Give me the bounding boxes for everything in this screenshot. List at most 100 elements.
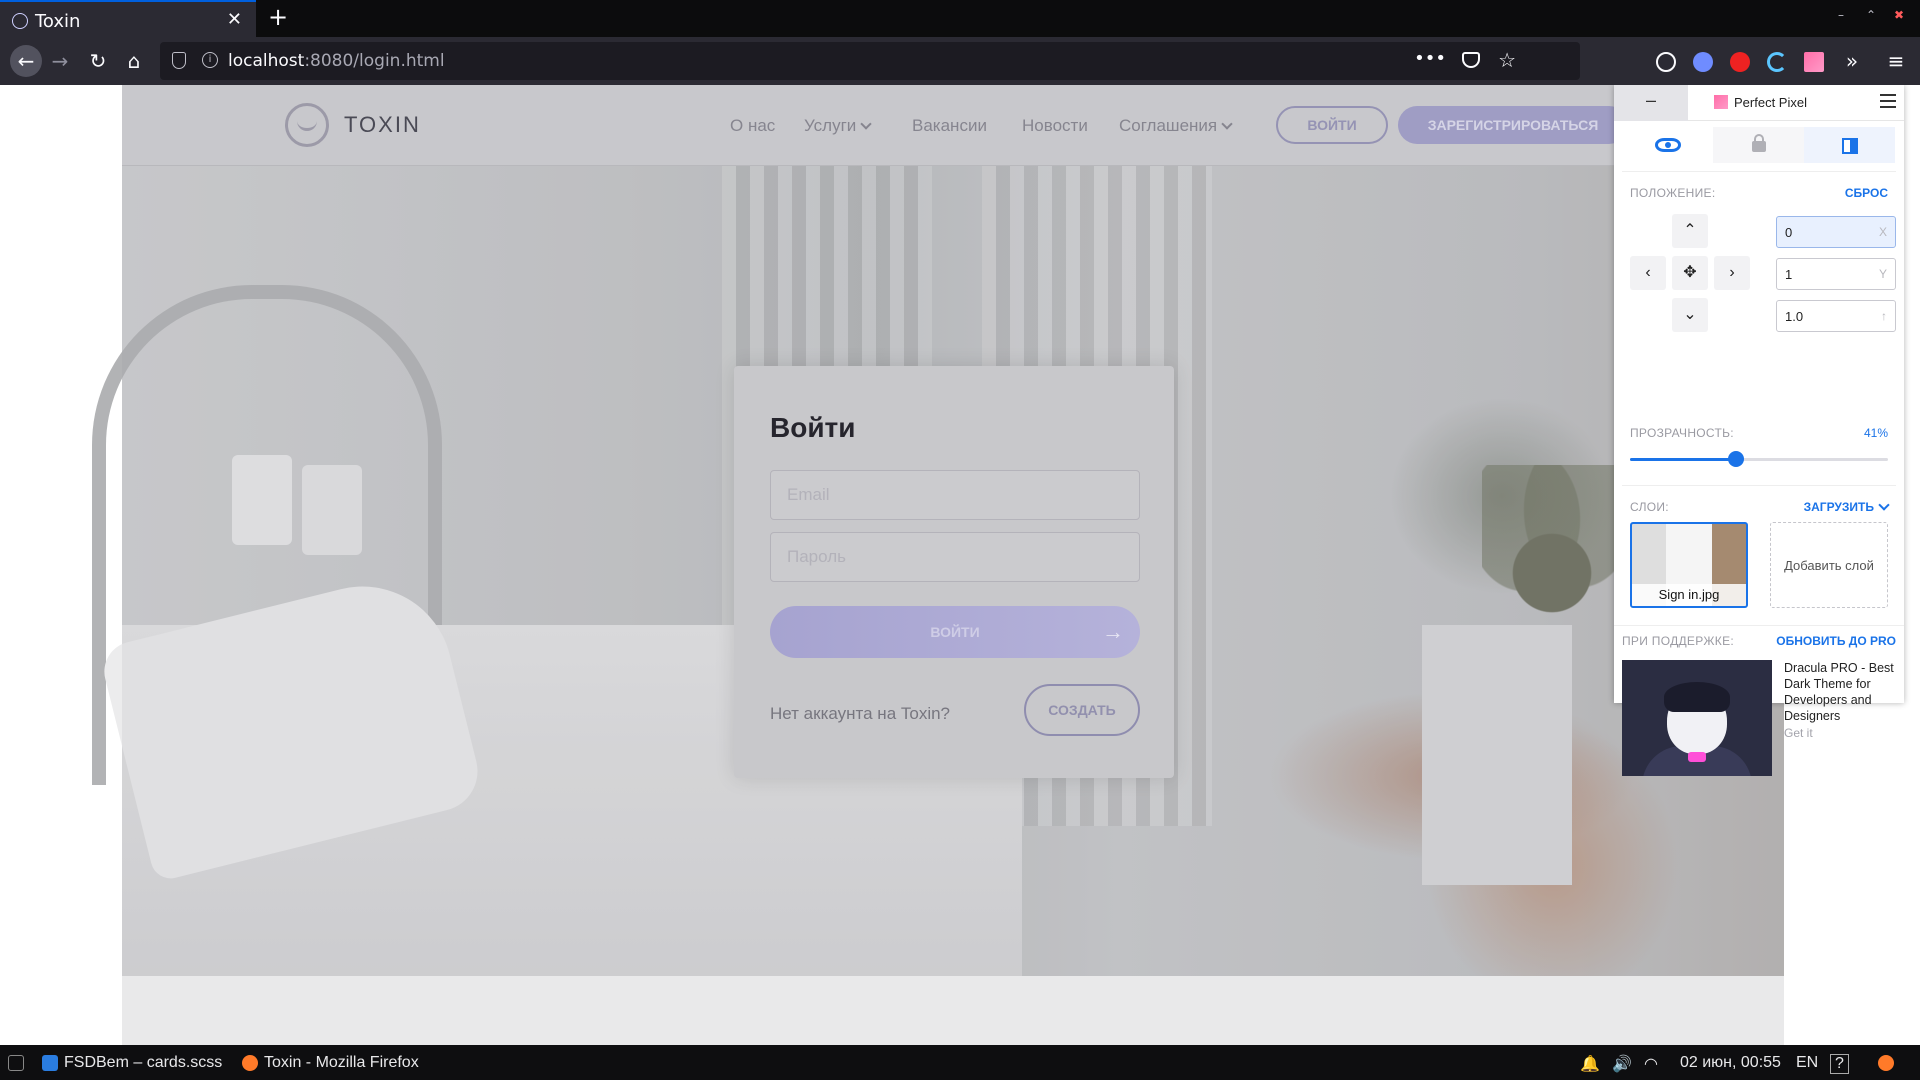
home-icon[interactable]: ⌂ — [122, 49, 146, 73]
page-footer-strip — [122, 976, 1784, 1045]
os-taskbar: FSDBem – cards.scss Toxin - Mozilla Fire… — [0, 1045, 1920, 1080]
login-submit-label: ВОЙТИ — [930, 624, 980, 640]
dracula-ad-image[interactable] — [1622, 660, 1772, 776]
pp-position-section: ПОЛОЖЕНИЕ: СБРОС ⌃ ‹ ✥ › ⌄ 0X 1Y 1.0 ↑ ПР… — [1622, 171, 1896, 473]
create-account-button[interactable]: СОЗДАТЬ — [1024, 684, 1140, 736]
extension-c-icon[interactable] — [1767, 52, 1787, 72]
browser-tab[interactable]: Toxin ✕ — [0, 0, 256, 37]
extension-2-icon[interactable] — [1693, 52, 1713, 72]
scale-input[interactable]: 1.0 ↑ — [1776, 300, 1896, 332]
wifi-icon[interactable]: ◠ — [1644, 1054, 1658, 1074]
url-text[interactable]: localhost:8080/login.html — [228, 51, 445, 71]
upload-link[interactable]: ЗАГРУЗИТЬ — [1804, 500, 1874, 514]
window-maximize-icon[interactable]: ⌃ — [1866, 8, 1876, 22]
perfect-pixel-panel: – Perfect Pixel ПОЛОЖЕНИЕ: СБРОС ⌃ ‹ ✥ ›… — [1614, 85, 1904, 776]
tab-favicon-icon — [12, 13, 28, 29]
adblock-icon[interactable] — [1730, 52, 1750, 72]
y-input[interactable]: 1Y — [1776, 258, 1896, 290]
pp-minimize-button[interactable]: – — [1614, 85, 1688, 121]
layer-name: Sign in.jpg — [1632, 584, 1746, 606]
nav-services[interactable]: Услуги — [804, 116, 872, 136]
url-bar[interactable]: i localhost:8080/login.html ••• ☆ — [160, 42, 1580, 80]
login-submit-button[interactable]: ВОЙТИ → — [770, 606, 1140, 658]
help-icon[interactable]: ? — [1830, 1054, 1849, 1074]
pp-mode-tabs — [1622, 127, 1896, 163]
perfect-pixel-extension-icon[interactable] — [1804, 52, 1824, 72]
tab-close-icon[interactable]: ✕ — [227, 9, 242, 30]
nav-about[interactable]: О нас — [730, 116, 775, 136]
tray-firefox-icon[interactable] — [1878, 1055, 1894, 1071]
extension-1-icon[interactable] — [1656, 52, 1676, 72]
taskbar-clock[interactable]: 02 июн, 00:55 — [1680, 1054, 1781, 1072]
login-title: Войти — [770, 412, 856, 443]
url-host: localhost — [228, 51, 305, 71]
toxin-logo-icon[interactable] — [285, 103, 329, 147]
x-input[interactable]: 0X — [1776, 216, 1896, 248]
password-field[interactable]: Пароль — [770, 532, 1140, 582]
reload-icon[interactable]: ↻ — [86, 49, 110, 73]
ad-get-it-link[interactable]: Get it — [1784, 726, 1813, 740]
nav-agreements[interactable]: Соглашения — [1119, 116, 1233, 136]
chevron-down-icon — [860, 118, 872, 130]
layer-thumbnail[interactable]: Sign in.jpg — [1630, 522, 1748, 608]
forward-icon[interactable]: → — [48, 49, 72, 73]
browser-menu-icon[interactable]: ≡ — [1884, 49, 1908, 73]
pp-menu-icon[interactable] — [1880, 94, 1896, 108]
pp-invert-toggle[interactable] — [1804, 127, 1895, 163]
keyboard-layout[interactable]: EN — [1796, 1054, 1818, 1072]
header-register-button[interactable]: ЗАРЕГИСТРИРОВАТЬСЯ — [1398, 106, 1628, 144]
window-close-icon[interactable]: ✖ — [1894, 8, 1904, 22]
nav-agreements-label: Соглашения — [1119, 116, 1218, 135]
pp-title: Perfect Pixel — [1734, 95, 1807, 110]
volume-icon[interactable]: 🔊 — [1612, 1054, 1632, 1074]
move-left-button[interactable]: ‹ — [1630, 256, 1666, 290]
perfect-pixel-logo-icon — [1714, 95, 1728, 109]
nav-news[interactable]: Новости — [1022, 116, 1088, 136]
pp-layers-section: СЛОИ: ЗАГРУЗИТЬ Sign in.jpg Добавить сло… — [1622, 485, 1896, 615]
pocket-icon[interactable] — [1462, 52, 1480, 68]
pp-visibility-toggle[interactable] — [1622, 127, 1713, 163]
new-tab-icon[interactable]: + — [268, 3, 288, 31]
move-right-button[interactable]: › — [1714, 256, 1750, 290]
page-viewport: TOXIN О нас Услуги Вакансии Новости Согл… — [0, 85, 1920, 1045]
taskbar-item-editor[interactable]: FSDBem – cards.scss — [64, 1054, 222, 1072]
chevron-down-icon[interactable] — [1878, 499, 1890, 511]
opacity-slider[interactable] — [1630, 451, 1888, 467]
notification-bell-icon[interactable]: 🔔 — [1580, 1054, 1600, 1074]
move-up-button[interactable]: ⌃ — [1672, 214, 1708, 248]
nav-services-label: Услуги — [804, 116, 857, 135]
window-minimize-icon[interactable]: – — [1838, 8, 1844, 22]
position-label: ПОЛОЖЕНИЕ: — [1630, 186, 1716, 200]
eye-icon — [1654, 138, 1681, 152]
start-menu-icon[interactable] — [8, 1055, 24, 1071]
reset-link[interactable]: СБРОС — [1845, 186, 1888, 200]
password-placeholder: Пароль — [787, 547, 846, 566]
opacity-slider-knob[interactable] — [1727, 451, 1744, 467]
back-icon[interactable]: ← — [10, 45, 42, 77]
center-button[interactable]: ✥ — [1672, 256, 1708, 290]
dracula-bowtie — [1688, 752, 1706, 762]
email-field[interactable]: Email — [770, 470, 1140, 520]
add-layer-button[interactable]: Добавить слой — [1770, 522, 1888, 608]
pp-header: – Perfect Pixel — [1614, 85, 1904, 121]
lock-icon — [1751, 134, 1766, 152]
nav-vacancies[interactable]: Вакансии — [912, 116, 987, 136]
site-info-icon[interactable]: i — [202, 52, 218, 68]
move-down-button[interactable]: ⌄ — [1672, 298, 1708, 332]
bookmark-star-icon[interactable]: ☆ — [1498, 48, 1516, 72]
ad-text[interactable]: Dracula PRO - Best Dark Theme for Develo… — [1784, 660, 1896, 724]
x-value: 0 — [1785, 225, 1793, 240]
taskbar-item-firefox[interactable]: Toxin - Mozilla Firefox — [264, 1054, 419, 1072]
upgrade-link[interactable]: ОБНОВИТЬ ДО PRO — [1776, 634, 1896, 648]
url-path: :8080/login.html — [304, 51, 445, 71]
page-actions-icon[interactable]: ••• — [1414, 48, 1446, 69]
invert-icon — [1841, 138, 1858, 154]
tracking-shield-icon[interactable] — [172, 52, 186, 69]
header-login-button[interactable]: ВОЙТИ — [1276, 106, 1388, 144]
overflow-chevron-icon[interactable]: » — [1840, 49, 1864, 73]
y-unit: Y — [1878, 267, 1887, 281]
no-account-text: Нет аккаунта на Toxin? — [770, 704, 951, 723]
opacity-slider-fill — [1630, 458, 1736, 461]
logo-text[interactable]: TOXIN — [344, 112, 421, 138]
pp-lock-toggle[interactable] — [1713, 127, 1804, 163]
